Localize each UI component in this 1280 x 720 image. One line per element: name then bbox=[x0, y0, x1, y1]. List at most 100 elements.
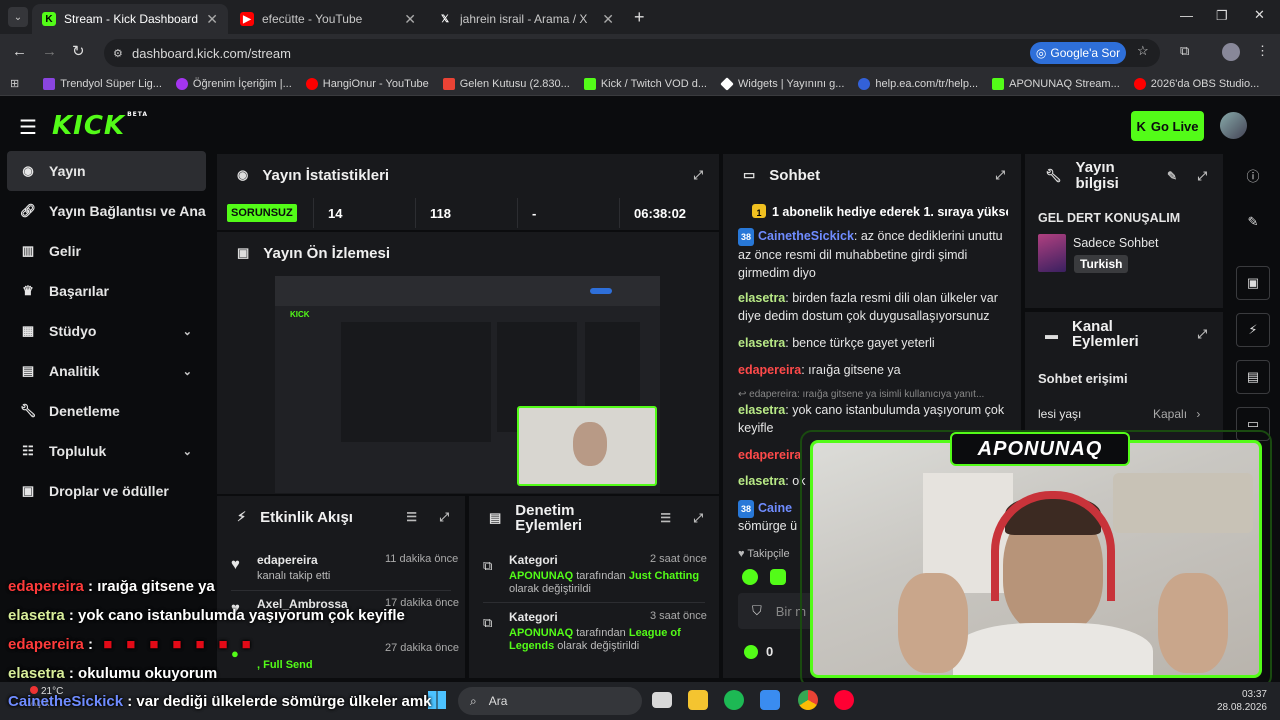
kick-logo[interactable]: KICK BETA bbox=[52, 111, 148, 141]
chat-username[interactable]: elasetra bbox=[738, 403, 785, 417]
emote-icon[interactable] bbox=[742, 569, 758, 585]
expand-icon[interactable]: ⤢ bbox=[1197, 327, 1207, 342]
forward-icon[interactable]: → bbox=[42, 43, 57, 60]
chat-username[interactable]: elasetra bbox=[738, 291, 785, 305]
close-tab-icon[interactable]: ✕ bbox=[602, 11, 614, 28]
chat-username[interactable]: elasetra bbox=[738, 336, 785, 350]
chat-text: sömürge ü bbox=[738, 519, 798, 533]
sidebar-item-label: Başarılar bbox=[49, 283, 109, 299]
sidebar-item-basarilar[interactable]: ♛ Başarılar bbox=[7, 271, 206, 311]
chat-username[interactable]: CainetheSickick bbox=[758, 229, 854, 243]
maximize-icon[interactable]: ❐ bbox=[1216, 8, 1228, 24]
bookmark-item[interactable]: APONUNAQ Stream... bbox=[992, 77, 1120, 90]
bolt-icon[interactable]: ⚡︎ bbox=[1236, 313, 1270, 347]
bookmark-star-icon[interactable]: ☆ bbox=[1137, 43, 1149, 59]
profile-icon[interactable] bbox=[1222, 43, 1240, 61]
kick-points[interactable]: 0 bbox=[744, 644, 773, 659]
expand-icon[interactable]: ⤢ bbox=[995, 168, 1005, 183]
category-icon: ⧉ bbox=[483, 615, 493, 630]
pinned-text: 1 abonelik hediye ederek 1. sıraya yükse… bbox=[772, 205, 1008, 219]
site-info-icon[interactable]: ⚙ bbox=[113, 47, 123, 60]
category-name[interactable]: Sadece Sohbet bbox=[1073, 236, 1159, 250]
task-view-icon[interactable] bbox=[652, 692, 672, 708]
sidebar-item-analitik[interactable]: ▤ Analitik ⌄ bbox=[7, 351, 206, 391]
youtube-music-icon[interactable] bbox=[834, 690, 854, 710]
overlay-text: : ıraığa gitsene ya bbox=[83, 578, 215, 595]
filter-icon[interactable]: ☰ bbox=[406, 510, 417, 524]
spotify-icon[interactable] bbox=[724, 690, 744, 710]
mod-time: 3 saat önce bbox=[650, 610, 707, 622]
go-live-button[interactable]: K Go Live bbox=[1131, 111, 1204, 141]
divider bbox=[483, 602, 705, 603]
taskbar-search[interactable]: ⌕ Ara bbox=[458, 687, 642, 715]
minimize-icon[interactable]: — bbox=[1180, 8, 1193, 23]
bookmark-item[interactable]: Gelen Kutusu (2.830... bbox=[442, 77, 570, 90]
reload-icon[interactable]: ↻ bbox=[72, 42, 85, 60]
points-count: 0 bbox=[766, 644, 774, 659]
stream-preview-video[interactable]: KICK bbox=[275, 276, 660, 493]
sidebar-item-yayin[interactable]: ◉ Yayın bbox=[7, 151, 206, 191]
new-tab-icon[interactable]: + bbox=[634, 7, 645, 28]
browser-tab-youtube[interactable]: ▶ efecütte - YouTube ✕ bbox=[230, 4, 426, 34]
bookmark-item[interactable]: Kick / Twitch VOD d... bbox=[583, 77, 707, 90]
store-icon[interactable] bbox=[760, 690, 780, 710]
close-tab-icon[interactable]: ✕ bbox=[404, 11, 416, 28]
sidebar-item-gelir[interactable]: ▥ Gelir bbox=[7, 231, 206, 271]
menu-dots-icon[interactable]: ⋮ bbox=[1256, 43, 1269, 59]
event-user[interactable]: edapereira bbox=[257, 553, 318, 567]
url-text: dashboard.kick.com/stream bbox=[132, 45, 291, 61]
divider bbox=[231, 590, 451, 591]
panel-title: Yayın İstatistikleri bbox=[262, 166, 390, 184]
hamburger-menu-icon[interactable]: ☰ bbox=[19, 115, 37, 140]
list-icon[interactable]: ▤ bbox=[1236, 360, 1270, 394]
url-field[interactable]: ⚙ dashboard.kick.com/stream bbox=[104, 39, 1160, 67]
clock-time: 03:37 bbox=[1241, 689, 1267, 700]
back-icon[interactable]: ← bbox=[12, 43, 27, 60]
dash-cell: - bbox=[517, 198, 617, 228]
slow-mode-row[interactable]: lesi yaşı bbox=[1038, 407, 1081, 421]
bookmark-item[interactable]: Öğrenim İçeriğim |... bbox=[175, 77, 292, 90]
close-tab-icon[interactable]: ✕ bbox=[206, 11, 218, 28]
language-tag[interactable]: Turkish bbox=[1074, 255, 1129, 273]
clock[interactable]: 03:37 28.08.2026 bbox=[1215, 688, 1267, 714]
extensions-icon[interactable]: ⧉ bbox=[1180, 43, 1189, 59]
expand-icon[interactable]: ⤢ bbox=[693, 168, 703, 183]
bookmark-item[interactable]: 2026'da OBS Studio... bbox=[1133, 77, 1259, 90]
mod-time: 2 saat önce bbox=[650, 553, 707, 565]
sidebar-item-label: Topluluk bbox=[49, 443, 107, 459]
filter-icon[interactable]: ☰ bbox=[660, 511, 671, 525]
expand-icon[interactable]: ⤢ bbox=[693, 511, 703, 526]
bookmark-item[interactable]: HangiOnur - YouTube bbox=[305, 77, 429, 90]
emote-icon[interactable] bbox=[770, 569, 786, 585]
overlay-chat-line: CainetheSickick : var dediği ülkelerde s… bbox=[8, 693, 432, 710]
sidebar-item-link-key[interactable]: 🔗︎ Yayın Bağlantısı ve Anahtar bbox=[7, 191, 206, 231]
file-explorer-icon[interactable] bbox=[688, 690, 708, 710]
expand-icon[interactable]: ⤢ bbox=[1197, 169, 1207, 184]
bookmark-label: help.ea.com/tr/help... bbox=[875, 77, 979, 90]
tab-list-button[interactable]: ⌄ bbox=[8, 7, 28, 27]
chrome-icon[interactable] bbox=[798, 690, 818, 710]
chat-username[interactable]: edapereira bbox=[738, 448, 801, 462]
close-window-icon[interactable]: ✕ bbox=[1254, 7, 1265, 23]
bookmark-item[interactable]: Trendyol Süper Lig... bbox=[43, 77, 162, 90]
info-icon[interactable]: ⓘ bbox=[1236, 158, 1270, 192]
bookmark-item[interactable]: help.ea.com/tr/help... bbox=[858, 77, 979, 90]
preview-toggle-icon[interactable]: ▣ bbox=[1236, 266, 1270, 300]
avatar[interactable] bbox=[1220, 112, 1247, 139]
sidebar-item-denetleme[interactable]: 🔧︎ Denetleme bbox=[7, 391, 206, 431]
sidebar-item-topluluk[interactable]: ☷ Topluluk ⌄ bbox=[7, 431, 206, 471]
edit-icon[interactable]: ✎ bbox=[1167, 169, 1177, 183]
chat-username[interactable]: edapereira bbox=[738, 363, 801, 377]
sidebar-item-studyo[interactable]: ▦ Stüdyo ⌄ bbox=[7, 311, 206, 351]
expand-icon[interactable]: ⤢ bbox=[439, 510, 449, 525]
google-ask-button[interactable]: ◎ Google'a Sor bbox=[1030, 42, 1126, 64]
browser-tab-x[interactable]: 𝕏 jahrein israil - Arama / X ✕ bbox=[428, 4, 624, 34]
apps-icon[interactable]: ⊞ bbox=[10, 77, 19, 90]
bookmark-item[interactable]: Widgets | Yayınını g... bbox=[720, 76, 844, 91]
slow-mode-value[interactable]: Kapalı › bbox=[1153, 407, 1200, 421]
edit-icon[interactable]: ✎ bbox=[1236, 205, 1270, 239]
chat-username[interactable]: Caine bbox=[758, 501, 792, 515]
browser-tab-kick[interactable]: K Stream - Kick Dashboard ✕ bbox=[32, 4, 228, 34]
sidebar-item-droplar[interactable]: ▣ Droplar ve ödüller bbox=[7, 471, 206, 511]
chat-username[interactable]: elasetra bbox=[738, 474, 785, 488]
